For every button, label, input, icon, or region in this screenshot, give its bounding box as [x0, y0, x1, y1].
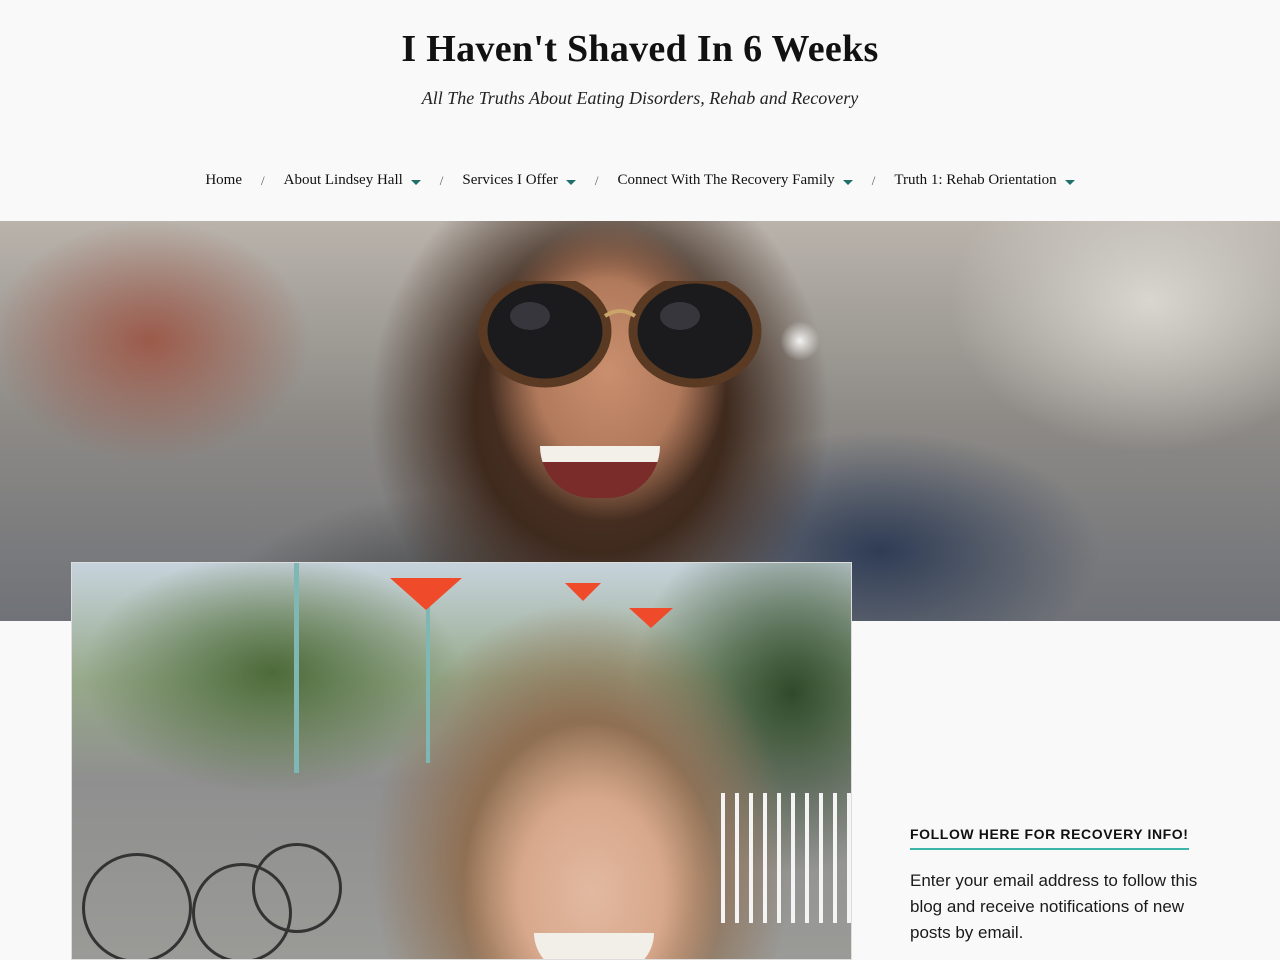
post-featured-image[interactable] — [71, 562, 852, 960]
bicycle-wheel-graphic — [252, 843, 342, 933]
pole-graphic — [294, 563, 299, 773]
flag-graphic — [629, 608, 673, 628]
nav-separator: / — [594, 172, 599, 188]
nav-item-home[interactable]: Home — [205, 172, 242, 189]
site-title: I Haven't Shaved In 6 Weeks — [0, 27, 1280, 71]
header-image — [0, 221, 1280, 621]
nav-item-label: Services I Offer — [462, 172, 558, 188]
smile-graphic — [534, 933, 654, 959]
flag-graphic — [390, 578, 462, 610]
nav-item-label: Home — [205, 172, 242, 188]
nav-item-truth-1[interactable]: Truth 1: Rehab Orientation — [894, 172, 1075, 189]
site-title-link[interactable]: I Haven't Shaved In 6 Weeks — [401, 28, 878, 70]
lens-flare-graphic — [780, 321, 820, 361]
nav-separator: / — [439, 172, 444, 188]
caret-down-icon[interactable] — [1064, 179, 1075, 185]
nav-separator: / — [261, 172, 265, 188]
nav-item-label: Truth 1: Rehab Orientation — [894, 172, 1057, 188]
widget-title: Follow Here For Recovery Info! — [910, 826, 1189, 850]
nav-item-services[interactable]: Services I Offer — [462, 172, 576, 189]
caret-down-icon[interactable] — [842, 179, 853, 185]
main-navigation: Home / About Lindsey Hall / Services I O… — [0, 172, 1280, 189]
site-description: All The Truths About Eating Disorders, R… — [421, 88, 859, 108]
caret-down-icon[interactable] — [410, 179, 421, 185]
nav-item-label: Connect With The Recovery Family — [617, 172, 835, 188]
nav-separator: / — [871, 172, 876, 188]
pole-graphic — [426, 593, 430, 763]
caret-down-icon[interactable] — [565, 179, 576, 185]
nav-item-label: About Lindsey Hall — [283, 172, 403, 188]
flag-graphic — [565, 583, 601, 601]
nav-item-about-lindsey-hall[interactable]: About Lindsey Hall — [284, 172, 421, 189]
site-header: I Haven't Shaved In 6 Weeks All The Trut… — [0, 0, 1280, 221]
smile-graphic — [540, 446, 660, 498]
bicycle-wheel-graphic — [82, 853, 192, 959]
fence-graphic — [721, 793, 851, 923]
sunglasses-graphic — [478, 281, 762, 388]
nav-item-connect[interactable]: Connect With The Recovery Family — [618, 172, 853, 189]
widget-description: Enter your email address to follow this … — [910, 871, 1198, 942]
follow-widget: Follow Here For Recovery Info! Enter you… — [910, 826, 1210, 946]
